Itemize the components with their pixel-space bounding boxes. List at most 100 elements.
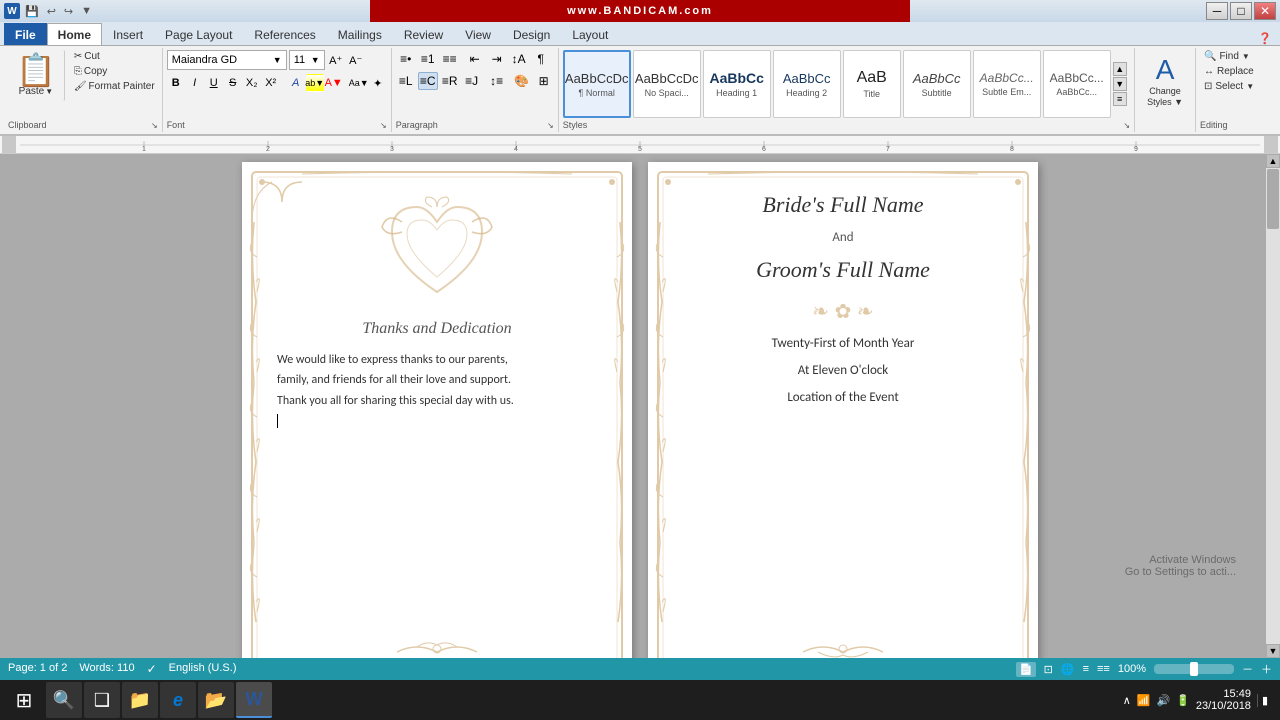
undo-quick-btn[interactable]: ↩ [44, 4, 59, 19]
document-area[interactable]: Thanks and Dedication We would like to e… [14, 154, 1266, 658]
highlight-color-button[interactable]: ab▼ [306, 74, 324, 92]
line-spacing-button[interactable]: ↕≡ [487, 72, 507, 90]
italic-button[interactable]: I [186, 74, 204, 92]
align-left-button[interactable]: ≡L [396, 72, 416, 90]
zoom-in-icon[interactable]: ＋ [1261, 661, 1272, 677]
search-button[interactable]: 🔍 [46, 682, 82, 718]
text-effects-button[interactable]: A [287, 74, 305, 92]
style-normal[interactable]: AaBbCcDc ¶ Normal [563, 50, 631, 118]
font-name-dropdown[interactable]: Maiandra GD ▼ [167, 50, 287, 70]
font-size-grow-button[interactable]: A⁺ [327, 51, 345, 69]
edge-button[interactable]: e [160, 682, 196, 718]
tray-network-icon[interactable]: 📶 [1137, 694, 1151, 707]
borders-button[interactable]: ⊞ [534, 72, 554, 90]
numbering-button[interactable]: ≡1 [418, 50, 438, 68]
view-outline-icon[interactable]: ≡ [1083, 663, 1089, 675]
close-button[interactable]: ✕ [1254, 2, 1276, 20]
tab-references[interactable]: References [243, 23, 326, 45]
style-heading1[interactable]: AaBbCc Heading 1 [703, 50, 771, 118]
clipboard-content: 📋 Paste ▼ ✂ Cut ⎘ Copy [8, 50, 158, 118]
tab-mailings[interactable]: Mailings [327, 23, 393, 45]
clear-format-button[interactable]: ✦ [369, 74, 387, 92]
justify-button[interactable]: ≡J [462, 72, 482, 90]
font-color-button[interactable]: A▼ [325, 74, 343, 92]
view-draft-icon[interactable]: ≡≡ [1097, 663, 1110, 675]
style-more[interactable]: AaBbCc... AaBbCc... [1043, 50, 1111, 118]
style-no-spacing[interactable]: AaBbCcDc No Spaci... [633, 50, 701, 118]
copy-button[interactable]: ⎘ Copy [71, 65, 158, 78]
tab-page-layout[interactable]: Page Layout [154, 23, 243, 45]
minimize-button[interactable]: ─ [1206, 2, 1228, 20]
select-button[interactable]: ⊡ Select ▼ [1200, 80, 1258, 93]
style-heading2[interactable]: AaBbCc Heading 2 [773, 50, 841, 118]
spell-check-icon[interactable]: ✓ [147, 662, 157, 676]
font-size-dropdown[interactable]: 11 ▼ [289, 50, 325, 70]
tray-up-arrow[interactable]: ∧ [1123, 694, 1131, 707]
change-styles-button[interactable]: A ChangeStyles ▼ [1139, 50, 1191, 112]
increase-indent-button[interactable]: ⇥ [487, 50, 507, 68]
clipboard-group: 📋 Paste ▼ ✂ Cut ⎘ Copy [4, 48, 163, 132]
scroll-down-button[interactable]: ▼ [1266, 644, 1280, 658]
bullets-button[interactable]: ≡• [396, 50, 416, 68]
find-button[interactable]: 🔍 Find ▼ [1200, 50, 1254, 63]
view-fullscreen-icon[interactable]: ⊡ [1044, 663, 1053, 676]
style-subtle-em[interactable]: AaBbCc... Subtle Em... [973, 50, 1041, 118]
view-print-icon[interactable]: 📄 [1016, 662, 1036, 677]
change-case-button[interactable]: Aa▼ [350, 74, 368, 92]
styles-scroll-more[interactable]: ≡ [1113, 92, 1127, 106]
show-desktop-button[interactable]: ▮ [1257, 694, 1268, 707]
task-view-button[interactable]: ❑ [84, 682, 120, 718]
right-scrollbar[interactable]: ▲ ▼ [1266, 154, 1280, 658]
styles-scroll-down[interactable]: ▼ [1113, 77, 1127, 91]
font-size-shrink-button[interactable]: A⁻ [347, 51, 365, 69]
subscript-button[interactable]: X₂ [243, 74, 261, 92]
zoom-thumb[interactable] [1190, 662, 1198, 676]
clipboard-expand[interactable]: ↘ [151, 121, 158, 130]
tab-insert[interactable]: Insert [102, 23, 154, 45]
superscript-button[interactable]: X² [262, 74, 280, 92]
tab-view[interactable]: View [454, 23, 502, 45]
replace-button[interactable]: ↔ Replace [1200, 65, 1258, 78]
multilevel-list-button[interactable]: ≡≡ [440, 50, 460, 68]
start-button[interactable]: ⊞ [4, 680, 44, 720]
tab-review[interactable]: Review [393, 23, 454, 45]
strikethrough-button[interactable]: S [224, 74, 242, 92]
explorer-button2[interactable]: 📂 [198, 682, 234, 718]
bold-button[interactable]: B [167, 74, 185, 92]
redo-quick-btn[interactable]: ↪ [61, 4, 76, 19]
paste-button[interactable]: 📋 Paste ▼ [8, 50, 65, 101]
style-subtitle[interactable]: AaBbCc Subtitle [903, 50, 971, 118]
zoom-slider[interactable] [1154, 664, 1234, 674]
sort-button[interactable]: ↕A [509, 50, 529, 68]
dropdown-quick-btn[interactable]: ▼ [78, 4, 95, 18]
help-icon[interactable]: ❓ [1258, 32, 1272, 45]
file-explorer-button[interactable]: 📁 [122, 682, 158, 718]
font-expand[interactable]: ↘ [380, 121, 387, 130]
shading-button[interactable]: 🎨 [512, 72, 532, 90]
word-taskbar-button[interactable]: W [236, 682, 272, 718]
zoom-out-icon[interactable]: － [1242, 661, 1253, 677]
time-display[interactable]: 15:49 23/10/2018 [1196, 688, 1251, 712]
tab-design[interactable]: Design [502, 23, 561, 45]
tray-battery-icon[interactable]: 🔋 [1176, 694, 1190, 707]
scroll-up-button[interactable]: ▲ [1266, 154, 1280, 168]
view-web-icon[interactable]: 🌐 [1061, 663, 1075, 676]
align-center-button[interactable]: ≡C [418, 72, 438, 90]
tray-sound-icon[interactable]: 🔊 [1156, 694, 1170, 707]
align-right-button[interactable]: ≡R [440, 72, 460, 90]
tab-layout[interactable]: Layout [561, 23, 619, 45]
tab-home[interactable]: Home [47, 23, 102, 45]
tab-file[interactable]: File [4, 23, 47, 45]
maximize-button[interactable]: □ [1230, 2, 1252, 20]
show-formatting-button[interactable]: ¶ [531, 50, 551, 68]
paragraph-expand[interactable]: ↘ [547, 121, 554, 130]
scroll-thumb[interactable] [1267, 169, 1279, 229]
style-title[interactable]: AaB Title [843, 50, 901, 118]
underline-button[interactable]: U [205, 74, 223, 92]
cut-button[interactable]: ✂ Cut [71, 50, 158, 63]
styles-scroll-up[interactable]: ▲ [1113, 62, 1127, 76]
save-quick-btn[interactable]: 💾 [22, 4, 42, 19]
decrease-indent-button[interactable]: ⇤ [465, 50, 485, 68]
styles-expand[interactable]: ↘ [1123, 121, 1130, 130]
format-painter-button[interactable]: 🖌 Format Painter [71, 80, 158, 93]
